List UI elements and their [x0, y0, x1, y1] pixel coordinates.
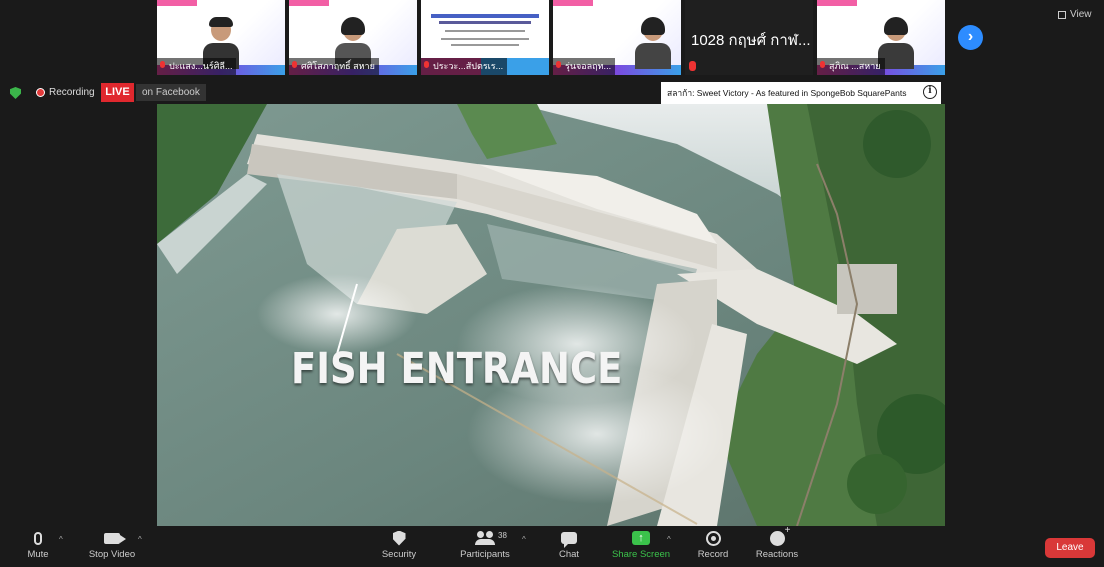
slide-caption: FISH ENTRANCE	[291, 344, 623, 394]
live-destination: on Facebook	[136, 84, 206, 101]
participant-name: ปะแสง...นร์ศิลี...	[157, 58, 237, 75]
participant-video	[634, 17, 671, 69]
participants-icon	[475, 531, 495, 545]
microphone-icon	[34, 531, 42, 545]
share-options-caret[interactable]: ^	[667, 535, 671, 544]
participant-tile[interactable]: ประวะ...สัปตรเร...	[421, 0, 549, 75]
meeting-toolbar: Mute ^ Stop Video ^ Security Participant…	[0, 525, 1104, 567]
live-badge[interactable]: LIVE	[101, 83, 134, 102]
chevron-right-icon: ›	[967, 28, 974, 45]
record-icon	[705, 530, 721, 546]
participant-name: สุภิณ ...สหาย	[817, 58, 885, 75]
chat-icon	[561, 532, 577, 548]
stop-video-button[interactable]: Stop Video	[84, 527, 140, 567]
participants-count: 38	[498, 531, 507, 540]
muted-mic-icon	[292, 61, 297, 68]
next-page-button[interactable]: ›	[958, 25, 983, 50]
participants-options-caret[interactable]: ^	[522, 535, 526, 544]
view-button[interactable]: View	[1058, 9, 1092, 20]
muted-mic-icon	[424, 61, 429, 68]
dam-rendering	[157, 104, 945, 526]
video-options-caret[interactable]: ^	[138, 535, 142, 544]
participant-tile[interactable]: ศศิโสภาฤทธิ์ สหาย	[289, 0, 417, 75]
record-button[interactable]: Record	[694, 527, 732, 567]
participant-tile[interactable]: 1028 กฤษศ์ กาฬ...	[685, 0, 813, 75]
security-button[interactable]: Security	[376, 527, 422, 567]
info-icon[interactable]: i	[923, 85, 937, 99]
view-label: View	[1070, 9, 1092, 20]
shield-icon	[392, 530, 406, 546]
grid-icon	[1058, 10, 1066, 19]
music-banner: สลาก้า: Sweet Victory - As featured in S…	[661, 82, 941, 104]
recording-indicator[interactable]: Recording	[36, 87, 95, 98]
share-screen-icon: ↑	[632, 531, 650, 545]
participant-name: รุ่นจอลฤท...	[553, 58, 616, 75]
participant-name: 1028 กฤษศ์ กาฬ...	[691, 32, 811, 49]
participant-name: ศศิโสภาฤทธิ์ สหาย	[289, 58, 379, 75]
muted-mic-icon	[160, 61, 165, 68]
participant-tile[interactable]: สุภิณ ...สหาย	[817, 0, 945, 75]
leave-button[interactable]: Leave	[1045, 538, 1095, 558]
mute-options-caret[interactable]: ^	[59, 535, 63, 544]
participant-name: ประวะ...สัปตรเร...	[421, 58, 508, 75]
muted-mic-icon	[556, 61, 561, 68]
reactions-button[interactable]: Reactions	[754, 525, 800, 567]
smiley-icon	[769, 525, 790, 546]
video-camera-icon	[104, 532, 126, 544]
share-screen-button[interactable]: ↑ Share Screen	[610, 527, 672, 567]
participant-tile[interactable]: รุ่นจอลฤท...	[553, 0, 681, 75]
record-dot-icon	[36, 88, 45, 97]
muted-mic-icon	[689, 61, 696, 71]
shared-screen: FISH ENTRANCE	[157, 104, 945, 526]
shield-icon[interactable]	[10, 87, 21, 99]
chat-button[interactable]: Chat	[552, 527, 586, 567]
muted-mic-icon	[820, 61, 825, 68]
gallery-strip: ปะแสง...นร์ศิลี... ศศิโสภาฤทธิ์ สหาย ประ…	[157, 0, 945, 75]
mute-button[interactable]: Mute	[20, 527, 56, 567]
participant-tile[interactable]: ปะแสง...นร์ศิลี...	[157, 0, 285, 75]
status-bar: Recording LIVE on Facebook สลาก้า: Sweet…	[0, 82, 1104, 104]
